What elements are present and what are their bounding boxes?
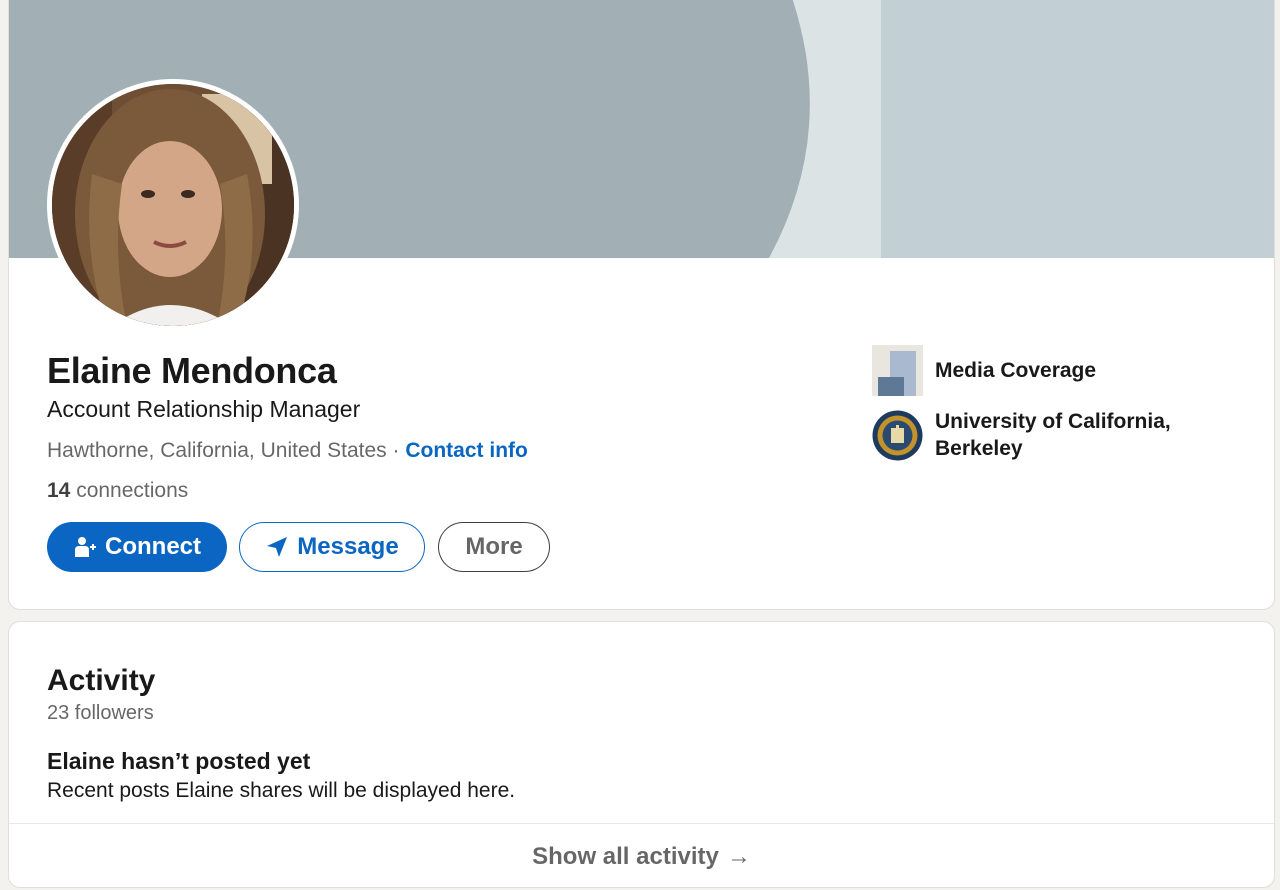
- sidebar-item-label: Media Coverage: [935, 359, 1097, 382]
- connect-button[interactable]: Connect: [47, 522, 227, 572]
- followers-count: 23 followers: [47, 702, 154, 724]
- profile-avatar[interactable]: [47, 79, 299, 331]
- profile-location: Hawthorne, California, United States: [47, 439, 387, 462]
- activity-empty-title: Elaine hasn’t posted yet: [47, 748, 311, 774]
- sidebar-item-media-coverage[interactable]: Media Coverage: [872, 345, 1096, 396]
- show-all-label: Show all activity: [532, 843, 719, 870]
- send-icon: [265, 535, 289, 559]
- more-button[interactable]: More: [438, 522, 550, 572]
- connections-label: connections: [76, 479, 189, 502]
- message-button[interactable]: Message: [239, 522, 425, 572]
- show-all-activity-button[interactable]: Show all activity →: [9, 823, 1274, 887]
- sidebar-item-university[interactable]: University of California, Berkeley: [872, 408, 1195, 462]
- connections-count: 14: [47, 479, 71, 502]
- more-label: More: [465, 533, 523, 560]
- connections-row: 14 connections: [47, 477, 188, 505]
- activity-empty-description: Recent posts Elaine shares will be displ…: [47, 779, 516, 802]
- profile-headline: Account Relationship Manager: [47, 396, 361, 422]
- activity-card: Activity 23 followers Elaine hasn’t post…: [8, 621, 1275, 888]
- message-label: Message: [297, 533, 399, 560]
- contact-info-link[interactable]: Contact info: [405, 439, 527, 462]
- arrow-right-icon: →: [726, 843, 751, 870]
- profile-card: Elaine Mendonca Account Relationship Man…: [8, 0, 1275, 610]
- sidebar-item-label: University of California, Berkeley: [935, 410, 1171, 460]
- company-logo-icon: [872, 345, 923, 396]
- location-separator: ·: [392, 439, 400, 462]
- avatar-photo: [52, 84, 294, 326]
- connect-label: Connect: [105, 533, 201, 560]
- location-row: Hawthorne, California, United States · C…: [47, 437, 528, 465]
- profile-name: Elaine Mendonca: [47, 350, 337, 391]
- activity-title: Activity: [47, 664, 156, 697]
- university-seal-icon: [872, 410, 923, 461]
- add-person-icon: [73, 535, 97, 559]
